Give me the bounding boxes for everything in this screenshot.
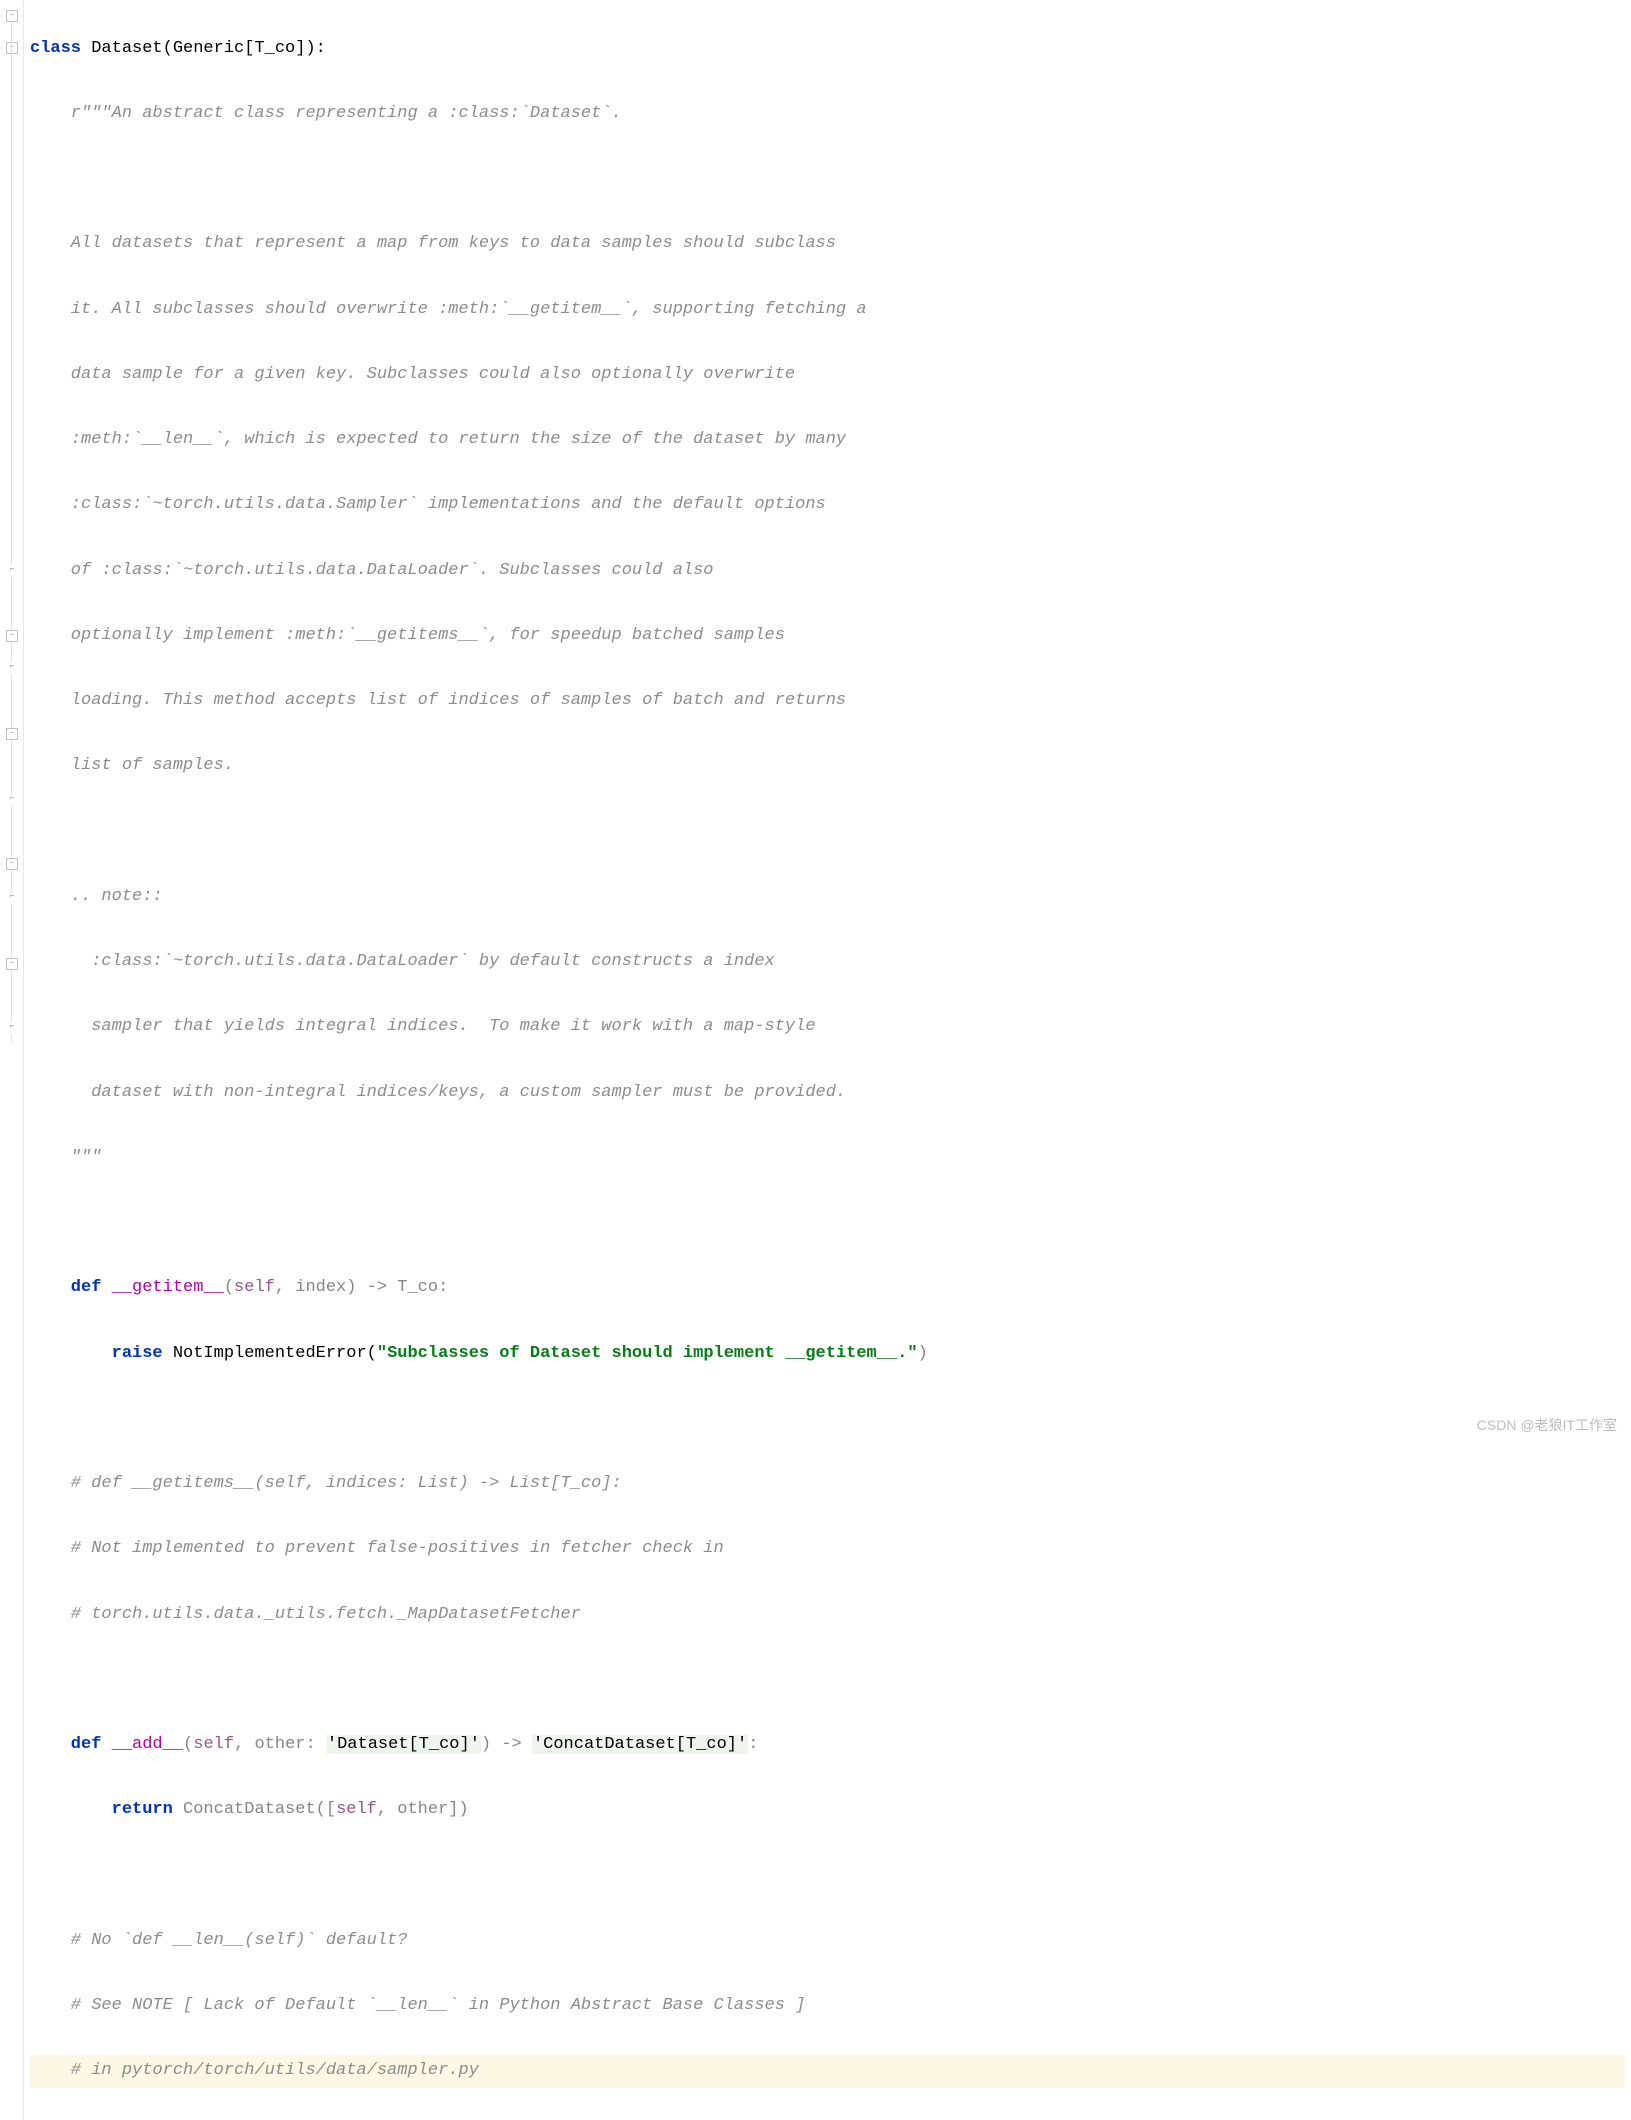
code-line [30, 1664, 1625, 1697]
code-line: it. All subclasses should overwrite :met… [30, 294, 1625, 327]
code-line: def __getitem__(self, index) -> T_co: [30, 1272, 1625, 1305]
code-line [30, 1403, 1625, 1436]
code-line: list of samples. [30, 750, 1625, 783]
code-line: .. note:: [30, 881, 1625, 914]
fold-end-icon[interactable]: ⌐ [6, 565, 18, 577]
fold-marker-icon[interactable]: − [6, 728, 18, 740]
fold-marker-icon[interactable]: − [6, 958, 18, 970]
code-line: return ConcatDataset([self, other]) [30, 1794, 1625, 1827]
fold-end-icon[interactable]: ⌐ [6, 1022, 18, 1034]
code-line: class Dataset(Generic[T_co]): [30, 33, 1625, 66]
code-line: loading. This method accepts list of ind… [30, 685, 1625, 718]
fold-marker-icon[interactable]: − [6, 42, 18, 54]
code-line: All datasets that represent a map from k… [30, 228, 1625, 261]
code-line: # def __getitems__(self, indices: List) … [30, 1468, 1625, 1501]
code-line [30, 1207, 1625, 1240]
code-line: # Not implemented to prevent false-posit… [30, 1533, 1625, 1566]
code-line [30, 163, 1625, 196]
code-line: of :class:`~torch.utils.data.DataLoader`… [30, 555, 1625, 588]
editor-gutter: − − ⌐ − ⌐ − ⌐ − ⌐ − ⌐ [0, 0, 24, 2120]
code-line: r"""An abstract class representing a :cl… [30, 98, 1625, 131]
code-line: raise NotImplementedError("Subclasses of… [30, 1338, 1625, 1371]
code-line: data sample for a given key. Subclasses … [30, 359, 1625, 392]
code-line: # torch.utils.data._utils.fetch._MapData… [30, 1599, 1625, 1632]
fold-marker-icon[interactable]: − [6, 858, 18, 870]
fold-end-icon[interactable]: ⌐ [6, 892, 18, 904]
code-line: # No `def __len__(self)` default? [30, 1925, 1625, 1958]
code-line: # See NOTE [ Lack of Default `__len__` i… [30, 1990, 1625, 2023]
code-editor[interactable]: class Dataset(Generic[T_co]): r"""An abs… [24, 0, 1631, 2120]
code-line: optionally implement :meth:`__getitems__… [30, 620, 1625, 653]
code-line: sampler that yields integral indices. To… [30, 1011, 1625, 1044]
code-line: dataset with non-integral indices/keys, … [30, 1077, 1625, 1110]
fold-marker-icon[interactable]: − [6, 630, 18, 642]
fold-end-icon[interactable]: ⌐ [6, 794, 18, 806]
code-line [30, 1859, 1625, 1892]
code-line: :meth:`__len__`, which is expected to re… [30, 424, 1625, 457]
fold-end-icon[interactable]: ⌐ [6, 662, 18, 674]
code-line: :class:`~torch.utils.data.DataLoader` by… [30, 946, 1625, 979]
watermark-text: CSDN @老狼IT工作室 [1477, 1412, 1617, 1439]
code-line-current: # in pytorch/torch/utils/data/sampler.py [30, 2055, 1625, 2088]
code-line: :class:`~torch.utils.data.Sampler` imple… [30, 489, 1625, 522]
code-line: def __add__(self, other: 'Dataset[T_co]'… [30, 1729, 1625, 1762]
fold-marker-icon[interactable]: − [6, 10, 18, 22]
code-line: """ [30, 1142, 1625, 1175]
code-line [30, 816, 1625, 849]
